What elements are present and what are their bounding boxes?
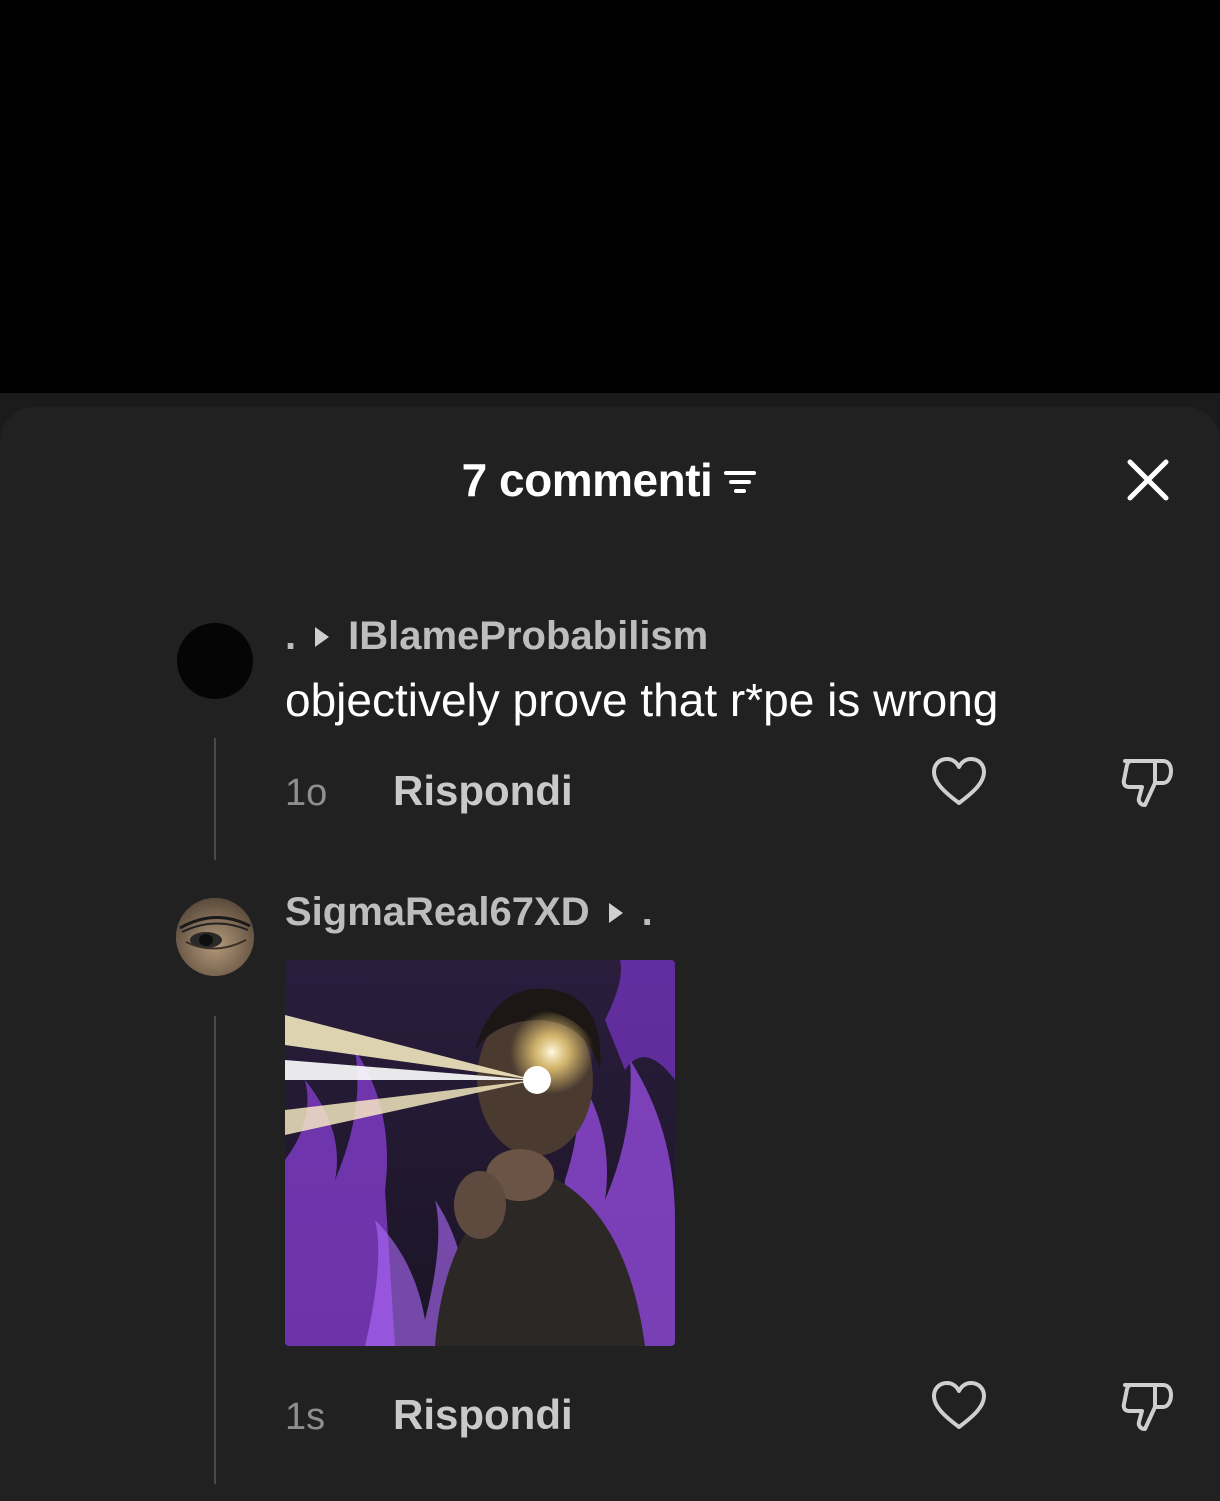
dislike-button[interactable] bbox=[1117, 1377, 1177, 1437]
dislike-button[interactable] bbox=[1117, 753, 1177, 813]
comment-image[interactable] bbox=[285, 960, 675, 1346]
author-name[interactable]: . bbox=[285, 612, 296, 660]
comment-time: 1o bbox=[285, 772, 328, 814]
reply-arrow-icon bbox=[312, 612, 332, 660]
reply-button[interactable]: Rispondi bbox=[393, 766, 573, 816]
sort-filter-icon[interactable] bbox=[722, 453, 758, 509]
thumbs-down-icon bbox=[1121, 1383, 1173, 1431]
close-icon bbox=[1127, 459, 1169, 501]
avatar[interactable] bbox=[176, 898, 254, 976]
comment-meta: SigmaReal67XD . bbox=[285, 888, 653, 936]
heart-icon bbox=[932, 1381, 986, 1429]
close-button[interactable] bbox=[1124, 456, 1172, 504]
heart-icon bbox=[932, 757, 986, 805]
reply-arrow-icon bbox=[606, 888, 626, 936]
reply-to-username[interactable]: . bbox=[642, 888, 653, 936]
thread-line bbox=[214, 1016, 216, 1484]
avatar[interactable] bbox=[177, 623, 253, 699]
thumbs-down-icon bbox=[1121, 759, 1173, 807]
like-button[interactable] bbox=[929, 1377, 989, 1437]
comment-meta: . IBlameProbabilism bbox=[285, 612, 708, 660]
comments-count-title: 7 commenti bbox=[461, 454, 713, 506]
like-button[interactable] bbox=[929, 753, 989, 813]
meme-image bbox=[285, 960, 675, 1346]
author-name[interactable]: SigmaReal67XD bbox=[285, 888, 590, 936]
comments-header: 7 commenti bbox=[0, 452, 1220, 509]
reply-to-username[interactable]: IBlameProbabilism bbox=[348, 612, 708, 660]
video-area bbox=[0, 0, 1220, 393]
comment-time: 1s bbox=[285, 1396, 326, 1438]
thread-line bbox=[214, 738, 216, 860]
comment-text: objectively prove that r*pe is wrong bbox=[285, 674, 999, 726]
reply-button[interactable]: Rispondi bbox=[393, 1390, 573, 1440]
eye-closeup-avatar bbox=[176, 898, 254, 976]
